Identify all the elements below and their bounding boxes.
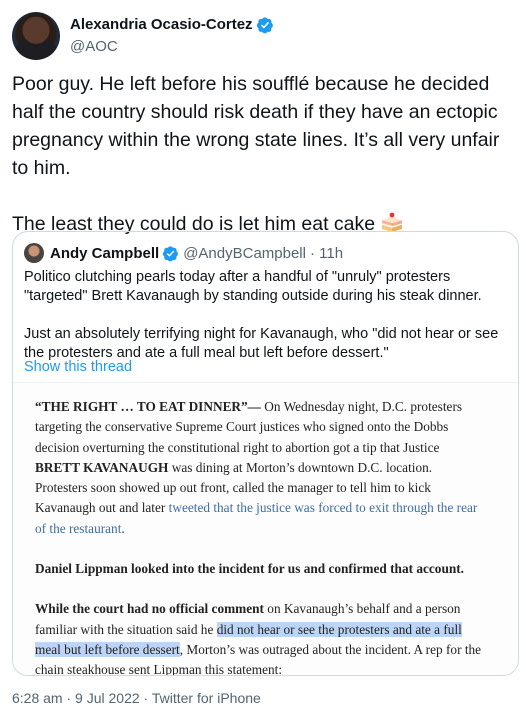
quoted-paragraph-1: Politico clutching pearls today after a … <box>24 269 482 304</box>
quoted-tweet-body: Politico clutching pearls today after a … <box>24 268 509 363</box>
quoted-tweet[interactable]: Andy Campbell @AndyBCampbell · 11h Polit… <box>12 231 519 676</box>
quoted-author-display-name: Andy Campbell <box>50 244 160 262</box>
verified-badge-icon <box>163 245 179 261</box>
article-paragraph-1: “THE RIGHT … TO EAT DINNER”— On Wednesda… <box>35 397 485 539</box>
tweet-date[interactable]: 9 Jul 2022 <box>75 690 140 706</box>
author-names: Alexandria Ocasio-Cortez @AOC <box>70 15 274 57</box>
quoted-tweet-header: Andy Campbell @AndyBCampbell · 11h <box>24 243 343 263</box>
quoted-tweet-time: · 11h <box>309 244 344 262</box>
tweet-body: Poor guy. He left before his soufflé bec… <box>12 70 512 238</box>
article-text: “THE RIGHT … TO EAT DINNER”— On Wednesda… <box>35 397 485 675</box>
article-screenshot-image[interactable]: “THE RIGHT … TO EAT DINNER”— On Wednesda… <box>13 382 518 675</box>
article-name-bold: BRETT KAVANAUGH <box>35 459 169 475</box>
tweet-metadata: 6:28 am · 9 Jul 2022 · Twitter for iPhon… <box>12 690 261 706</box>
show-thread-link[interactable]: Show this thread <box>24 359 132 375</box>
author-avatar[interactable] <box>12 12 60 60</box>
article-text-span: . <box>121 520 125 536</box>
cake-slice-icon <box>381 212 403 232</box>
author-display-name[interactable]: Alexandria Ocasio-Cortez <box>70 15 253 35</box>
article-paragraph-3: While the court had no official comment … <box>35 599 485 675</box>
article-paragraph-2: Daniel Lippman looked into the incident … <box>35 561 464 577</box>
separator-dot: · <box>62 690 76 706</box>
separator-dot: · <box>139 690 152 706</box>
article-bold-lead: While the court had no official comment <box>35 601 264 617</box>
verified-badge-icon <box>256 17 273 34</box>
tweet-paragraph-1: Poor guy. He left before his soufflé bec… <box>12 73 500 179</box>
tweet-time[interactable]: 6:28 am <box>12 690 63 706</box>
article-headline: “THE RIGHT … TO EAT DINNER”— <box>35 399 261 414</box>
tweet-header: Alexandria Ocasio-Cortez @AOC <box>12 12 274 60</box>
quoted-paragraph-2: Just an absolutely terrifying night for … <box>24 326 499 361</box>
author-handle[interactable]: @AOC <box>70 37 274 57</box>
quoted-author-avatar <box>24 243 44 263</box>
quoted-author-handle: @AndyBCampbell <box>183 244 306 262</box>
tweet-source[interactable]: Twitter for iPhone <box>152 690 261 706</box>
